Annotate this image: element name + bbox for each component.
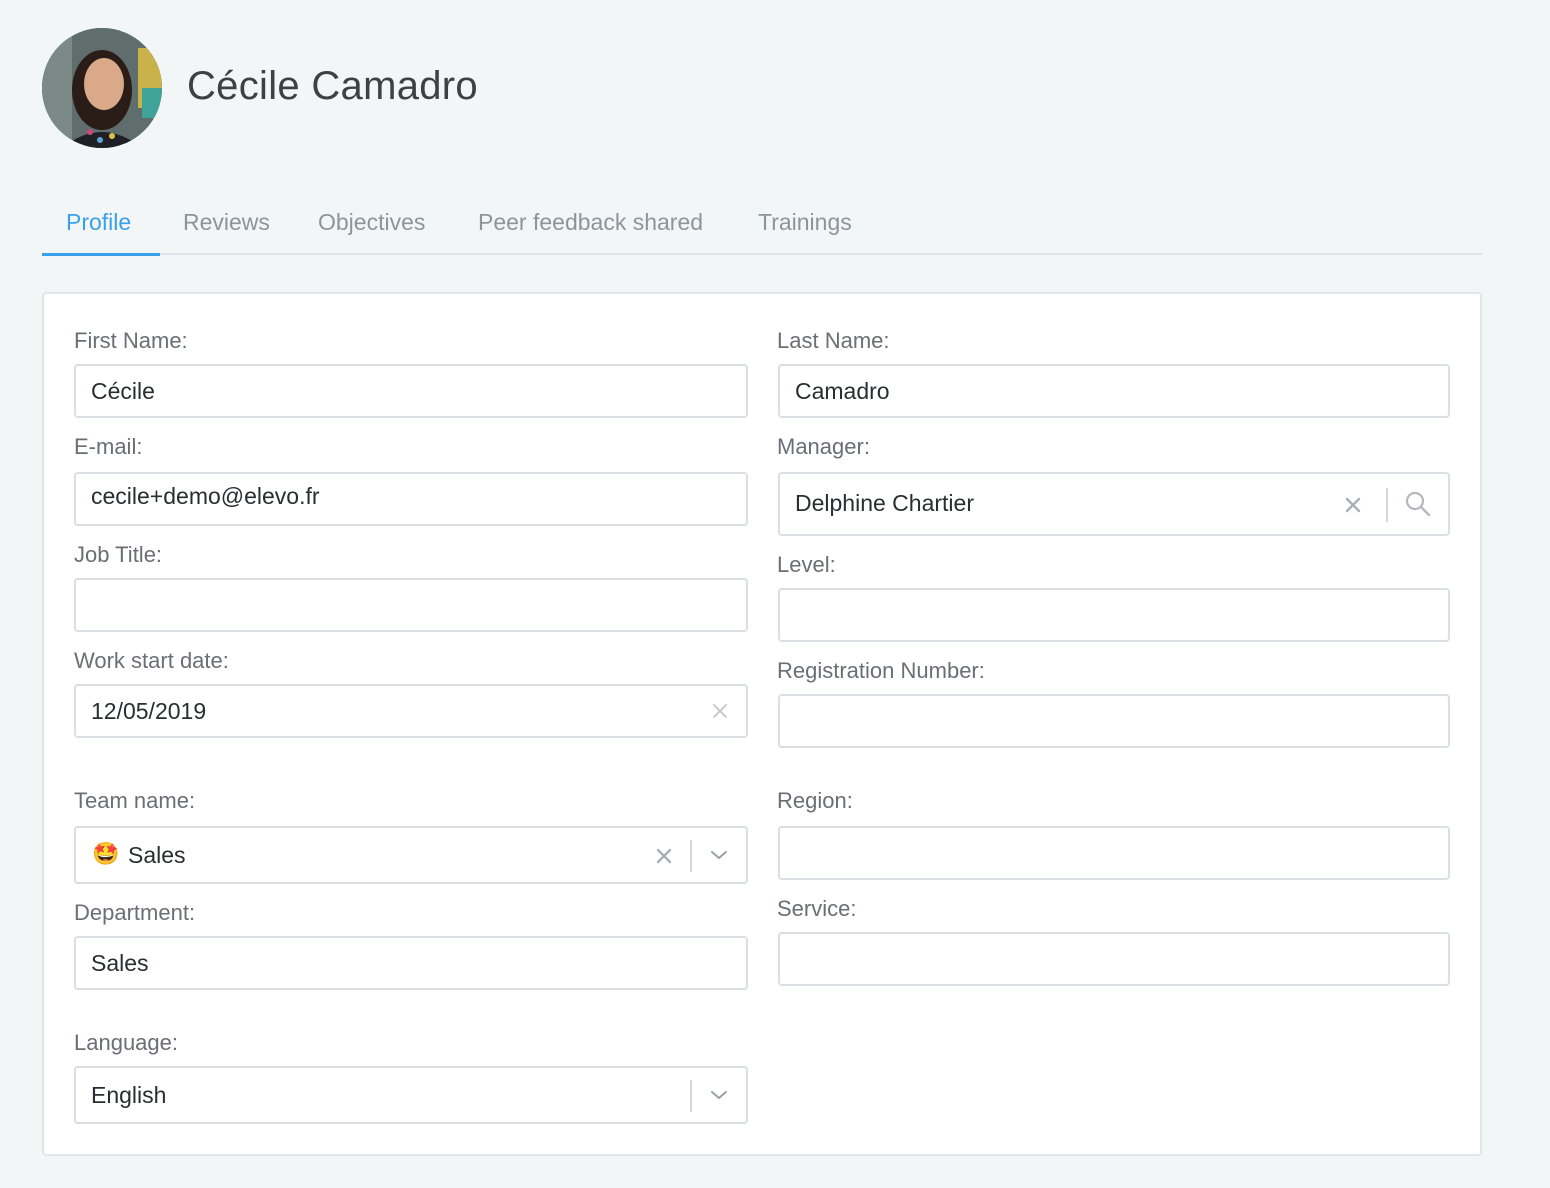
tab-bar: Profile Reviews Objectives Peer feedback… [42,190,1482,256]
first-name-value: Cécile [91,378,155,404]
close-icon[interactable] [1345,497,1361,513]
last-name-field[interactable]: Camadro [778,364,1450,418]
work-start-date-field[interactable]: 12/05/2019 [74,684,748,738]
language-value: English [91,1082,167,1108]
select-divider [1386,488,1388,522]
email-label: E-mail: [74,434,143,459]
manager-select[interactable]: Delphine Chartier [778,472,1450,536]
page-title: Cécile Camadro [187,64,478,108]
team-name-value: Sales [128,842,186,868]
manager-value: Delphine Chartier [795,490,974,516]
service-field[interactable] [778,932,1450,986]
last-name-value: Camadro [795,378,890,404]
job-title-label: Job Title: [74,542,163,567]
tab-reviews[interactable]: Reviews [183,190,270,255]
search-icon[interactable] [1404,490,1432,518]
user-avatar-photo-icon [42,28,162,148]
tab-objectives[interactable]: Objectives [318,190,425,255]
department-value: Sales [91,950,149,976]
select-divider [690,1080,692,1112]
department-label: Department: [74,900,196,925]
registration-number-label: Registration Number: [777,658,985,683]
select-divider [690,840,692,872]
tab-profile[interactable]: Profile [66,190,131,255]
chevron-down-icon[interactable] [709,1088,729,1102]
manager-label: Manager: [777,434,870,459]
team-emoji-icon: 🤩 [92,841,120,866]
profile-form-card: First Name: Cécile E-mail: cecile+demo@e… [42,292,1482,1156]
email-value: cecile+demo@elevo.fr [91,483,320,509]
team-name-label: Team name: [74,788,196,813]
job-title-field[interactable] [74,578,748,632]
level-field[interactable] [778,588,1450,642]
language-select[interactable]: English [74,1066,748,1124]
email-field[interactable]: cecile+demo@elevo.fr [74,472,748,526]
language-label: Language: [74,1030,178,1055]
region-field[interactable] [778,826,1450,880]
tab-peer-feedback-shared[interactable]: Peer feedback shared [478,190,703,255]
work-start-date-value: 12/05/2019 [91,698,207,724]
last-name-label: Last Name: [777,328,890,353]
department-field[interactable]: Sales [74,936,748,990]
team-name-select[interactable]: 🤩 Sales [74,826,748,884]
close-icon[interactable] [712,703,728,719]
region-label: Region: [777,788,853,813]
active-tab-indicator [42,253,160,256]
service-label: Service: [777,896,857,921]
first-name-field[interactable]: Cécile [74,364,748,418]
tab-trainings[interactable]: Trainings [758,190,852,255]
work-start-date-label: Work start date: [74,648,229,673]
close-icon[interactable] [656,848,672,864]
registration-number-field[interactable] [778,694,1450,748]
avatar [42,28,162,148]
first-name-label: First Name: [74,328,188,353]
level-label: Level: [777,552,836,577]
chevron-down-icon[interactable] [709,848,729,862]
